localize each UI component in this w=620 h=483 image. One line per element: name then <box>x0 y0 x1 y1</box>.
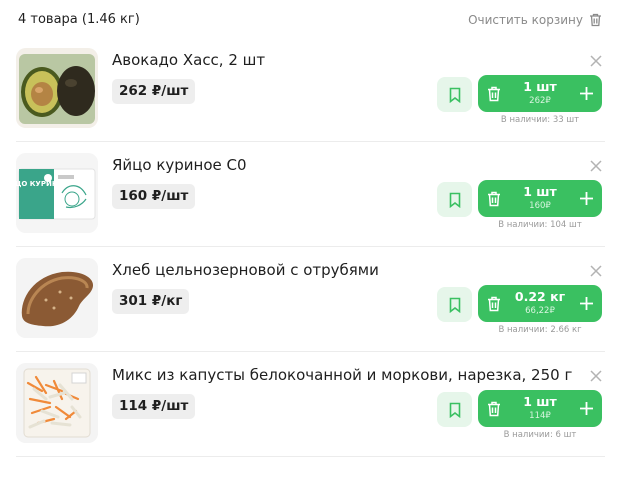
clear-cart-button[interactable]: Очистить корзину <box>468 13 602 27</box>
close-icon <box>590 160 602 172</box>
cart-item: ЯЙЦО КУРИНОЕ Яйцо куриное С0 160 ₽/шт 1 … <box>16 143 605 247</box>
product-name[interactable]: Авокадо Хасс, 2 шт <box>112 51 265 69</box>
quantity-stepper: 1 шт 262₽ <box>478 75 602 112</box>
clear-cart-label: Очистить корзину <box>468 13 583 27</box>
stock-info: В наличии: 2.66 кг <box>498 325 582 335</box>
bookmark-button[interactable] <box>437 182 472 217</box>
cart-item: Микс из капусты белокочанной и моркови, … <box>16 353 605 457</box>
plus-icon <box>579 87 593 100</box>
bookmark-button[interactable] <box>437 77 472 112</box>
quantity-value: 0.22 кг <box>514 289 566 304</box>
increase-button[interactable] <box>570 75 602 112</box>
product-name[interactable]: Яйцо куриное С0 <box>112 156 247 174</box>
cart-header: 4 товара (1.46 кг) Очистить корзину <box>18 10 602 32</box>
quantity-value: 1 шт <box>523 184 557 199</box>
line-total: 160₽ <box>529 201 551 211</box>
plus-icon <box>579 402 593 415</box>
divider <box>16 141 605 142</box>
close-icon <box>590 370 602 382</box>
product-image-avocado[interactable] <box>16 48 98 128</box>
bookmark-icon <box>449 297 460 313</box>
divider <box>16 351 605 352</box>
divider <box>16 456 605 457</box>
trash-icon <box>488 191 500 206</box>
stock-info: В наличии: 6 шт <box>503 430 577 440</box>
bookmark-icon <box>449 192 460 208</box>
product-image-cabbage-mix[interactable] <box>16 363 98 443</box>
quantity-value: 1 шт <box>523 394 557 409</box>
cart-summary: 4 товара (1.46 кг) <box>18 12 140 27</box>
cart-item: Авокадо Хасс, 2 шт 262 ₽/шт 1 шт 262₽ В … <box>16 38 605 142</box>
divider <box>16 246 605 247</box>
line-total: 114₽ <box>529 411 551 421</box>
decrease-button[interactable] <box>478 285 510 322</box>
product-name[interactable]: Микс из капусты белокочанной и моркови, … <box>112 366 572 384</box>
bookmark-icon <box>449 87 460 103</box>
bookmark-button[interactable] <box>437 287 472 322</box>
plus-icon <box>579 192 593 205</box>
increase-button[interactable] <box>570 180 602 217</box>
line-total: 66,22₽ <box>525 306 555 316</box>
product-image-bread[interactable] <box>16 258 98 338</box>
plus-icon <box>579 297 593 310</box>
cart-item: Хлеб цельнозерновой с отрубями 301 ₽/кг … <box>16 248 605 352</box>
trash-icon <box>488 401 500 416</box>
bookmark-button[interactable] <box>437 392 472 427</box>
stock-info: В наличии: 104 шт <box>498 220 582 230</box>
increase-button[interactable] <box>570 285 602 322</box>
trash-icon <box>488 86 500 101</box>
close-icon <box>590 55 602 67</box>
line-total: 262₽ <box>529 96 551 106</box>
decrease-button[interactable] <box>478 180 510 217</box>
quantity-stepper: 1 шт 114₽ <box>478 390 602 427</box>
product-price: 262 ₽/шт <box>112 79 196 104</box>
close-icon <box>590 265 602 277</box>
remove-item-button[interactable] <box>589 54 603 68</box>
product-name[interactable]: Хлеб цельнозерновой с отрубями <box>112 261 379 279</box>
quantity-stepper: 0.22 кг 66,22₽ <box>478 285 602 322</box>
remove-item-button[interactable] <box>589 264 603 278</box>
bookmark-icon <box>449 402 460 418</box>
decrease-button[interactable] <box>478 390 510 427</box>
remove-item-button[interactable] <box>589 159 603 173</box>
increase-button[interactable] <box>570 390 602 427</box>
product-price: 160 ₽/шт <box>112 184 196 209</box>
remove-item-button[interactable] <box>589 369 603 383</box>
trash-icon <box>488 296 500 311</box>
trash-icon <box>590 13 601 27</box>
quantity-stepper: 1 шт 160₽ <box>478 180 602 217</box>
product-price: 114 ₽/шт <box>112 394 196 419</box>
stock-info: В наличии: 33 шт <box>500 115 580 125</box>
quantity-value: 1 шт <box>523 79 557 94</box>
product-price: 301 ₽/кг <box>112 289 190 314</box>
package-text: ЯЙЦО КУРИНОЕ <box>16 179 69 188</box>
decrease-button[interactable] <box>478 75 510 112</box>
product-image-eggs[interactable]: ЯЙЦО КУРИНОЕ <box>16 153 98 233</box>
